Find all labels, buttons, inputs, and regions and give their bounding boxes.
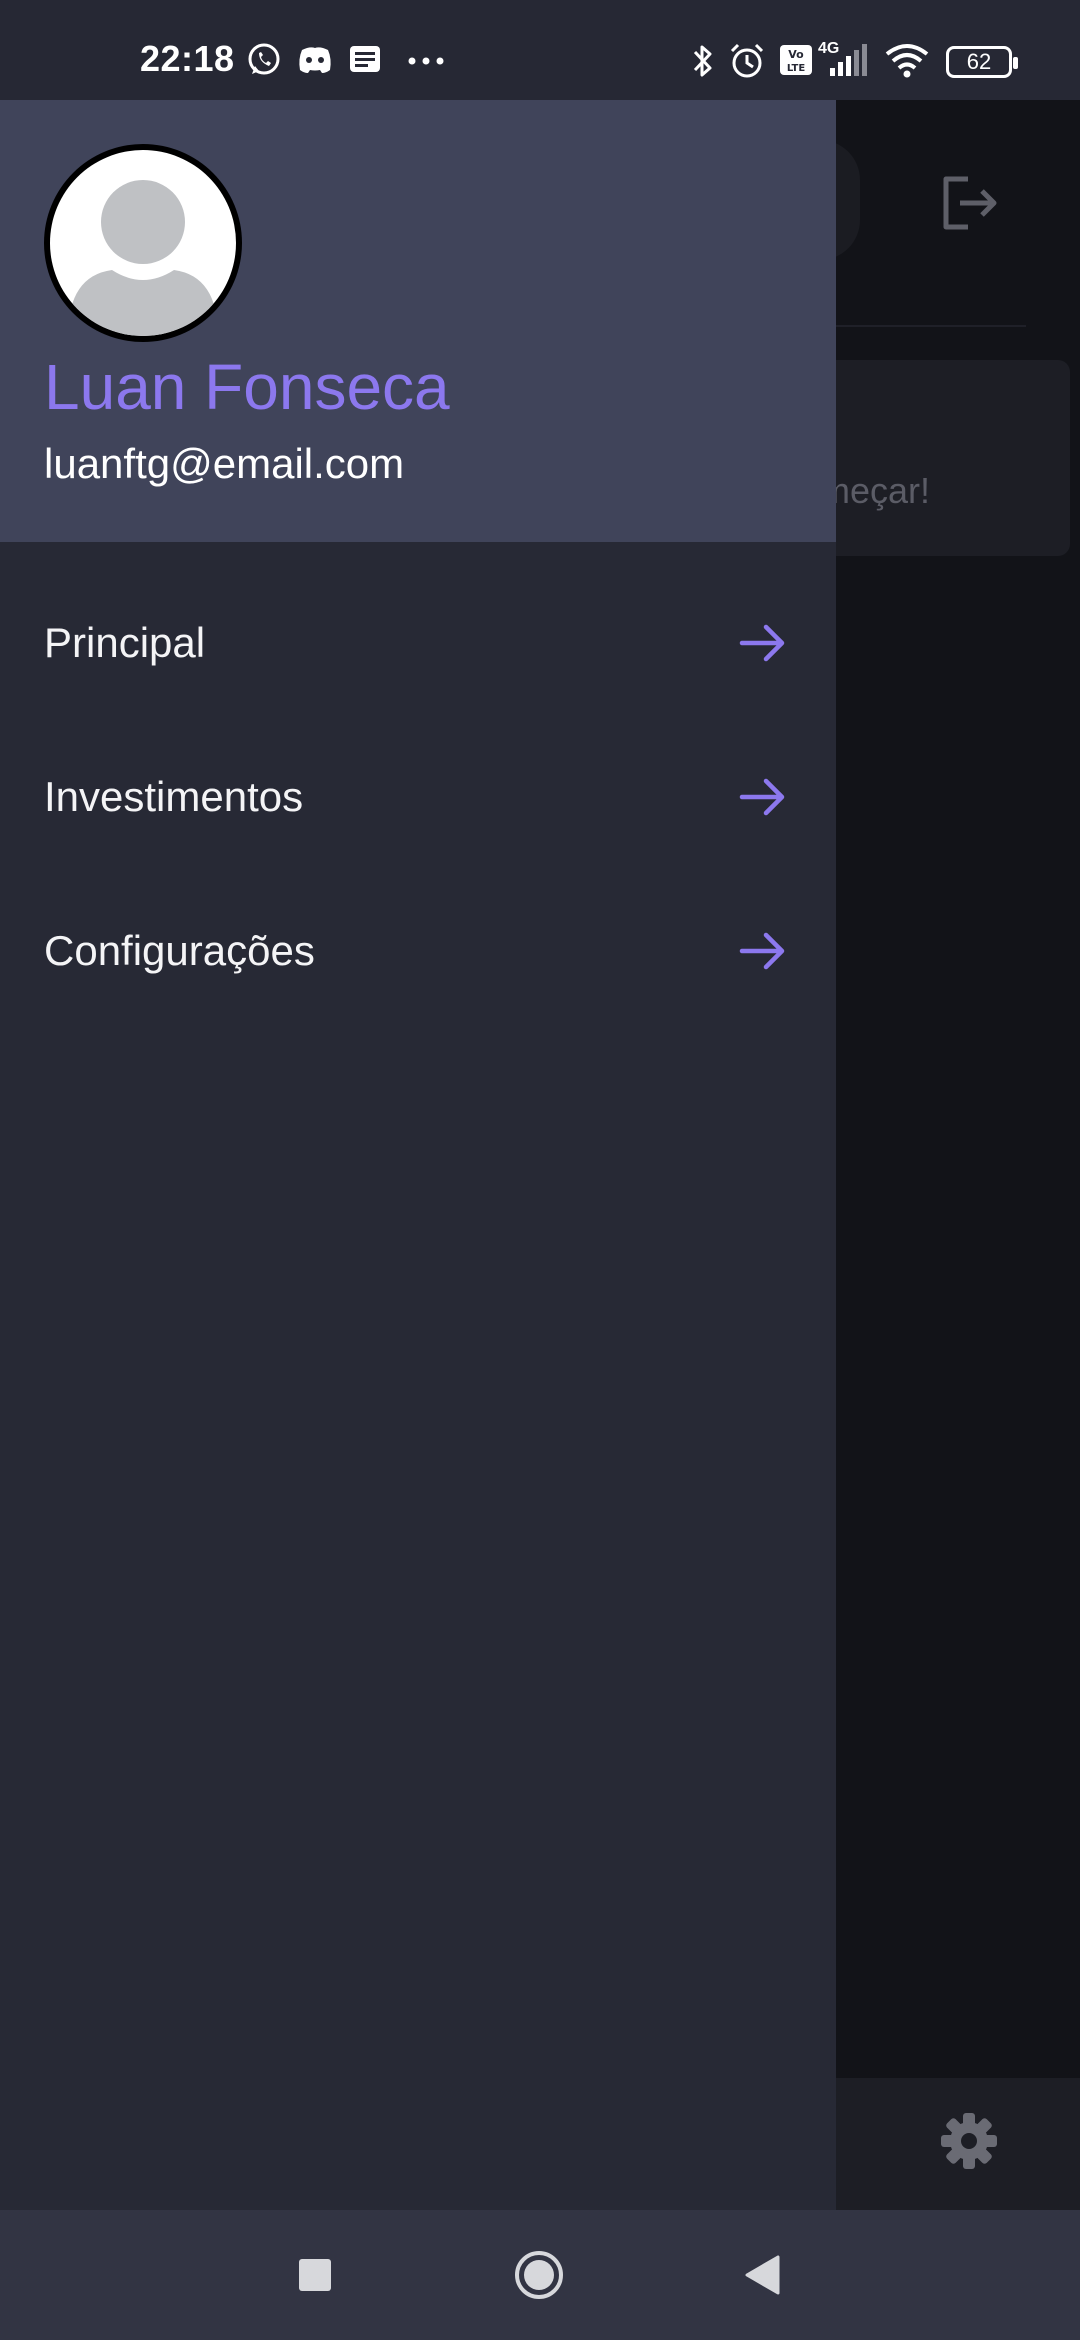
arrow-right-icon: [739, 778, 785, 816]
avatar-placeholder: [50, 150, 236, 336]
background-divider: [836, 325, 1026, 327]
logout-icon[interactable]: [940, 175, 1000, 231]
wifi-icon: [885, 44, 929, 78]
menu-item-label: Principal: [44, 619, 206, 666]
system-navigation-bar: [0, 2210, 1080, 2340]
user-silhouette-icon: [68, 180, 218, 336]
alarm-icon: [730, 43, 764, 78]
battery-icon: 62: [946, 46, 1018, 78]
news-icon: [350, 46, 380, 72]
svg-text:Vo: Vo: [788, 48, 804, 61]
user-email: luanftg@email.com: [44, 440, 405, 487]
status-time: 22:18: [140, 38, 235, 79]
svg-text:LTE: LTE: [787, 63, 806, 74]
user-name: Luan Fonseca: [44, 351, 450, 423]
menu-item-investimentos[interactable]: Investimentos: [0, 732, 836, 862]
background-card-text: meçar!: [820, 470, 931, 511]
menu-item-label: Investimentos: [44, 773, 304, 820]
battery-level: 62: [966, 49, 992, 74]
signal-icon: [830, 44, 867, 76]
avatar[interactable]: [44, 144, 242, 342]
more-notifications-icon: [408, 57, 444, 65]
menu-item-configuracoes[interactable]: Configurações: [0, 886, 836, 1016]
arrow-right-icon: [739, 932, 785, 970]
menu-item-label: Configurações: [44, 927, 315, 974]
status-bar: 22:18 Vo LTE 4G 62: [0, 0, 1080, 100]
recents-square-icon[interactable]: [290, 2250, 340, 2300]
navigation-drawer: Luan Fonseca luanftg@email.com Principal…: [0, 100, 836, 2210]
home-circle-icon[interactable]: [514, 2250, 564, 2300]
drawer-header: Luan Fonseca luanftg@email.com: [0, 100, 836, 542]
settings-gear-icon[interactable]: [940, 2112, 998, 2170]
discord-icon: [299, 47, 331, 73]
menu-item-principal[interactable]: Principal: [0, 578, 836, 708]
arrow-right-icon: [739, 624, 785, 662]
whatsapp-icon: [248, 43, 280, 75]
background-card: [800, 360, 1070, 556]
back-triangle-icon[interactable]: [738, 2250, 788, 2300]
volte-icon: Vo LTE: [780, 45, 812, 75]
bluetooth-icon: [693, 45, 712, 77]
